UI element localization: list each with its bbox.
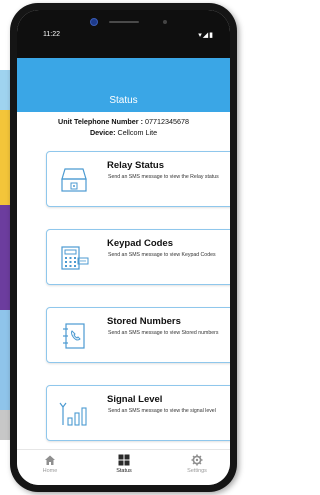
system-status-icons: ▾◢▮ — [198, 32, 214, 39]
gear-icon — [191, 454, 203, 466]
relay-icon — [61, 168, 87, 192]
home-icon — [45, 455, 55, 465]
card-description: Send an SMS message to view the signal l… — [108, 408, 216, 414]
phone-screen: 11:22 ▾◢▮ Status Unit Telephone Number :… — [17, 10, 230, 485]
relay-status-card[interactable]: Relay Status Send an SMS message to view… — [46, 151, 230, 207]
signal-icon — [59, 402, 87, 426]
grid-icon — [118, 454, 130, 466]
phone-number-label: Unit Telephone Number : — [58, 117, 143, 126]
page-title: Status — [109, 95, 138, 106]
nav-status[interactable]: Status — [99, 454, 149, 474]
card-title: Keypad Codes — [107, 238, 173, 249]
front-camera — [90, 18, 98, 26]
keypad-icon — [61, 246, 89, 270]
keypad-codes-card[interactable]: Keypad Codes Send an SMS message to view… — [46, 229, 230, 285]
device-row: Device: Cellcom Lite — [17, 127, 230, 138]
earpiece-speaker — [109, 21, 139, 23]
card-title: Relay Status — [107, 160, 165, 171]
device-info: Unit Telephone Number : 07712345678 Devi… — [17, 116, 230, 138]
bottom-nav: Home Status Settings — [17, 449, 230, 485]
signal-level-card[interactable]: Signal Level Send an SMS message to view… — [46, 385, 230, 441]
device-value: Cellcom Lite — [117, 128, 158, 137]
nav-home-label: Home — [42, 468, 58, 474]
app-header: Status — [17, 58, 230, 112]
card-title: Stored Numbers — [107, 316, 181, 327]
nav-settings-label: Settings — [187, 468, 207, 474]
card-description: Send an SMS message to view the Relay st… — [108, 174, 219, 180]
phone-number-value: 07712345678 — [144, 117, 189, 126]
stored-numbers-card[interactable]: Stored Numbers Send an SMS message to vi… — [46, 307, 230, 363]
proximity-sensor — [163, 20, 167, 24]
status-bar: 11:22 ▾◢▮ — [17, 10, 230, 58]
device-label: Device: — [89, 128, 116, 137]
nav-settings[interactable]: Settings — [172, 454, 222, 474]
nav-status-label: Status — [116, 468, 132, 474]
phone-number-row: Unit Telephone Number : 07712345678 — [17, 116, 230, 127]
card-description: Send an SMS message to view Stored numbe… — [108, 330, 219, 336]
card-description: Send an SMS message to view Keypad Codes — [108, 252, 216, 258]
card-title: Signal Level — [107, 394, 163, 405]
nav-home[interactable]: Home — [25, 454, 75, 474]
phonebook-icon — [63, 323, 85, 349]
status-time: 11:22 — [43, 31, 60, 38]
phone-frame: 11:22 ▾◢▮ Status Unit Telephone Number :… — [10, 3, 237, 492]
